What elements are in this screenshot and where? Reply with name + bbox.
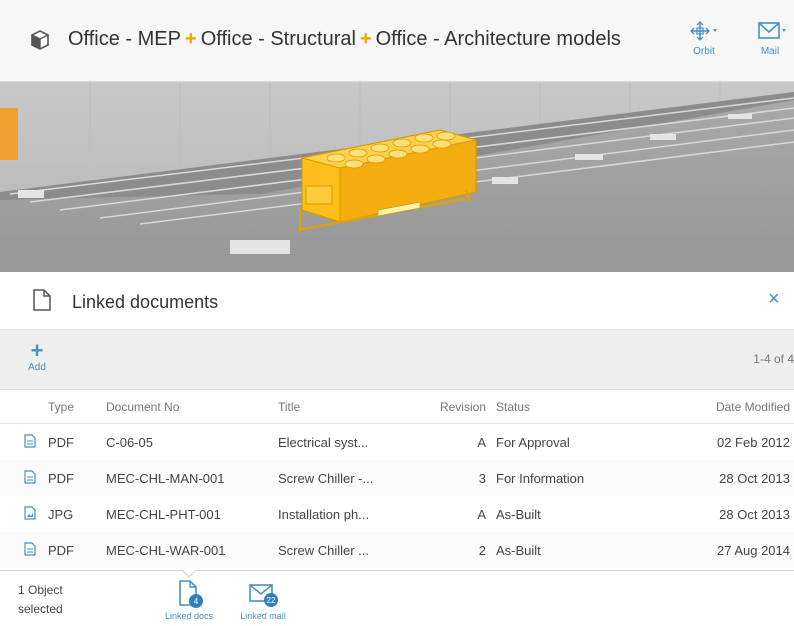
cell-title: Installation ph...: [278, 507, 370, 522]
orbit-label: Orbit: [693, 46, 715, 57]
plus-separator: +: [185, 28, 197, 50]
pdf-file-icon: [24, 542, 36, 556]
cell-type: PDF: [48, 543, 74, 558]
cell-status: For Information: [496, 471, 585, 486]
documents-table: PDF C-06-05 Electrical syst... A For App…: [0, 424, 794, 568]
linked-mail-badge: 22: [267, 596, 276, 605]
model-name-structural: Office - Structural: [200, 28, 356, 50]
cell-title: Electrical syst...: [278, 435, 369, 450]
column-date-modified[interactable]: Date Modified: [716, 400, 790, 414]
model-name-mep: Office - MEP: [68, 28, 181, 50]
image-file-icon: [24, 506, 36, 520]
cell-status: As-Built: [496, 543, 541, 558]
cell-type: JPG: [48, 507, 74, 522]
cell-document-no: MEC-CHL-MAN-001: [106, 471, 225, 486]
table-row[interactable]: PDF C-06-05 Electrical syst... A For App…: [0, 424, 794, 460]
tab-linked-docs[interactable]: 4 Linked docs: [154, 579, 224, 621]
active-tab-pointer: [182, 570, 196, 578]
table-row[interactable]: PDF MEC-CHL-WAR-001 Screw Chiller ... 2 …: [0, 532, 794, 568]
pdf-file-icon: [24, 470, 36, 484]
cell-title: Screw Chiller ...: [278, 543, 370, 558]
orbit-icon: [690, 21, 717, 41]
mail-label: Mail: [760, 46, 780, 57]
column-status[interactable]: Status: [496, 400, 530, 414]
app-header: Office - MEP + Office - Structural + Office …: [0, 0, 794, 82]
cell-date-modified: 02 Feb 2012: [716, 435, 790, 450]
cell-document-no: MEC-CHL-PHT-001: [106, 507, 221, 522]
cell-revision: 2: [478, 543, 486, 558]
viewport-canvas[interactable]: [0, 82, 794, 272]
document-icon: [33, 289, 51, 311]
cell-date-modified: 28 Oct 2013: [719, 471, 790, 486]
documents-toolbar: + Add 1-4 of 4: [0, 330, 794, 390]
mail-icon: [758, 22, 786, 39]
selection-count: 1 Object: [18, 583, 63, 597]
cell-revision: 3: [478, 471, 486, 486]
add-label: Add: [28, 362, 46, 373]
cell-document-no: MEC-CHL-WAR-001: [106, 543, 226, 558]
close-button[interactable]: ×: [768, 288, 780, 311]
column-revision[interactable]: Revision: [440, 400, 486, 414]
column-type[interactable]: Type: [48, 400, 74, 414]
tab-linked-mail[interactable]: 22 Linked mail: [228, 579, 298, 621]
column-document-no[interactable]: Document No: [106, 400, 179, 414]
model-name-architecture: Office - Architecture models: [375, 28, 621, 50]
partial-object: [0, 108, 18, 160]
linked-docs-badge: 4: [194, 597, 199, 606]
cell-type: PDF: [48, 435, 74, 450]
pdf-file-icon: [24, 434, 36, 448]
cell-date-modified: 27 Aug 2014: [716, 543, 790, 558]
linked-documents-header: Linked documents ×: [0, 272, 794, 330]
panel-title: Linked documents: [72, 292, 219, 312]
cell-revision: A: [477, 435, 486, 450]
cell-document-no: C-06-05: [106, 435, 153, 450]
selection-label: selected: [18, 602, 63, 616]
cell-status: As-Built: [496, 507, 541, 522]
model-viewport[interactable]: [0, 82, 794, 272]
plus-icon: +: [30, 338, 44, 363]
pagination-count: 1-4 of 4: [753, 352, 794, 366]
cell-revision: A: [477, 507, 486, 522]
model-cube-icon: [31, 30, 49, 50]
linked-mail-icon: 22: [249, 584, 278, 607]
table-row[interactable]: JPG MEC-CHL-PHT-001 Installation ph... A…: [0, 496, 794, 532]
linked-docs-icon: 4: [179, 580, 203, 608]
table-row[interactable]: PDF MEC-CHL-MAN-001 Screw Chiller -... 3…: [0, 460, 794, 496]
cell-type: PDF: [48, 471, 74, 486]
cell-title: Screw Chiller -...: [278, 471, 374, 486]
linked-mail-label: Linked mail: [240, 611, 286, 621]
page-title: Office - MEP + Office - Structural + Office …: [68, 28, 621, 51]
orbit-button[interactable]: Orbit: [678, 20, 730, 57]
column-title[interactable]: Title: [278, 400, 300, 414]
cell-date-modified: 28 Oct 2013: [719, 507, 790, 522]
add-button[interactable]: + Add: [22, 338, 52, 374]
mail-button[interactable]: Mail: [744, 20, 794, 57]
linked-docs-label: Linked docs: [164, 611, 214, 621]
cell-status: For Approval: [496, 435, 570, 450]
selection-status: 1 Object selected: [18, 581, 63, 619]
plus-separator: +: [359, 28, 372, 50]
table-header: Type Document No Title Revision Status D…: [0, 390, 794, 424]
selection-footer: 1 Object selected 4 Linked docs 22 Linke…: [0, 570, 794, 626]
